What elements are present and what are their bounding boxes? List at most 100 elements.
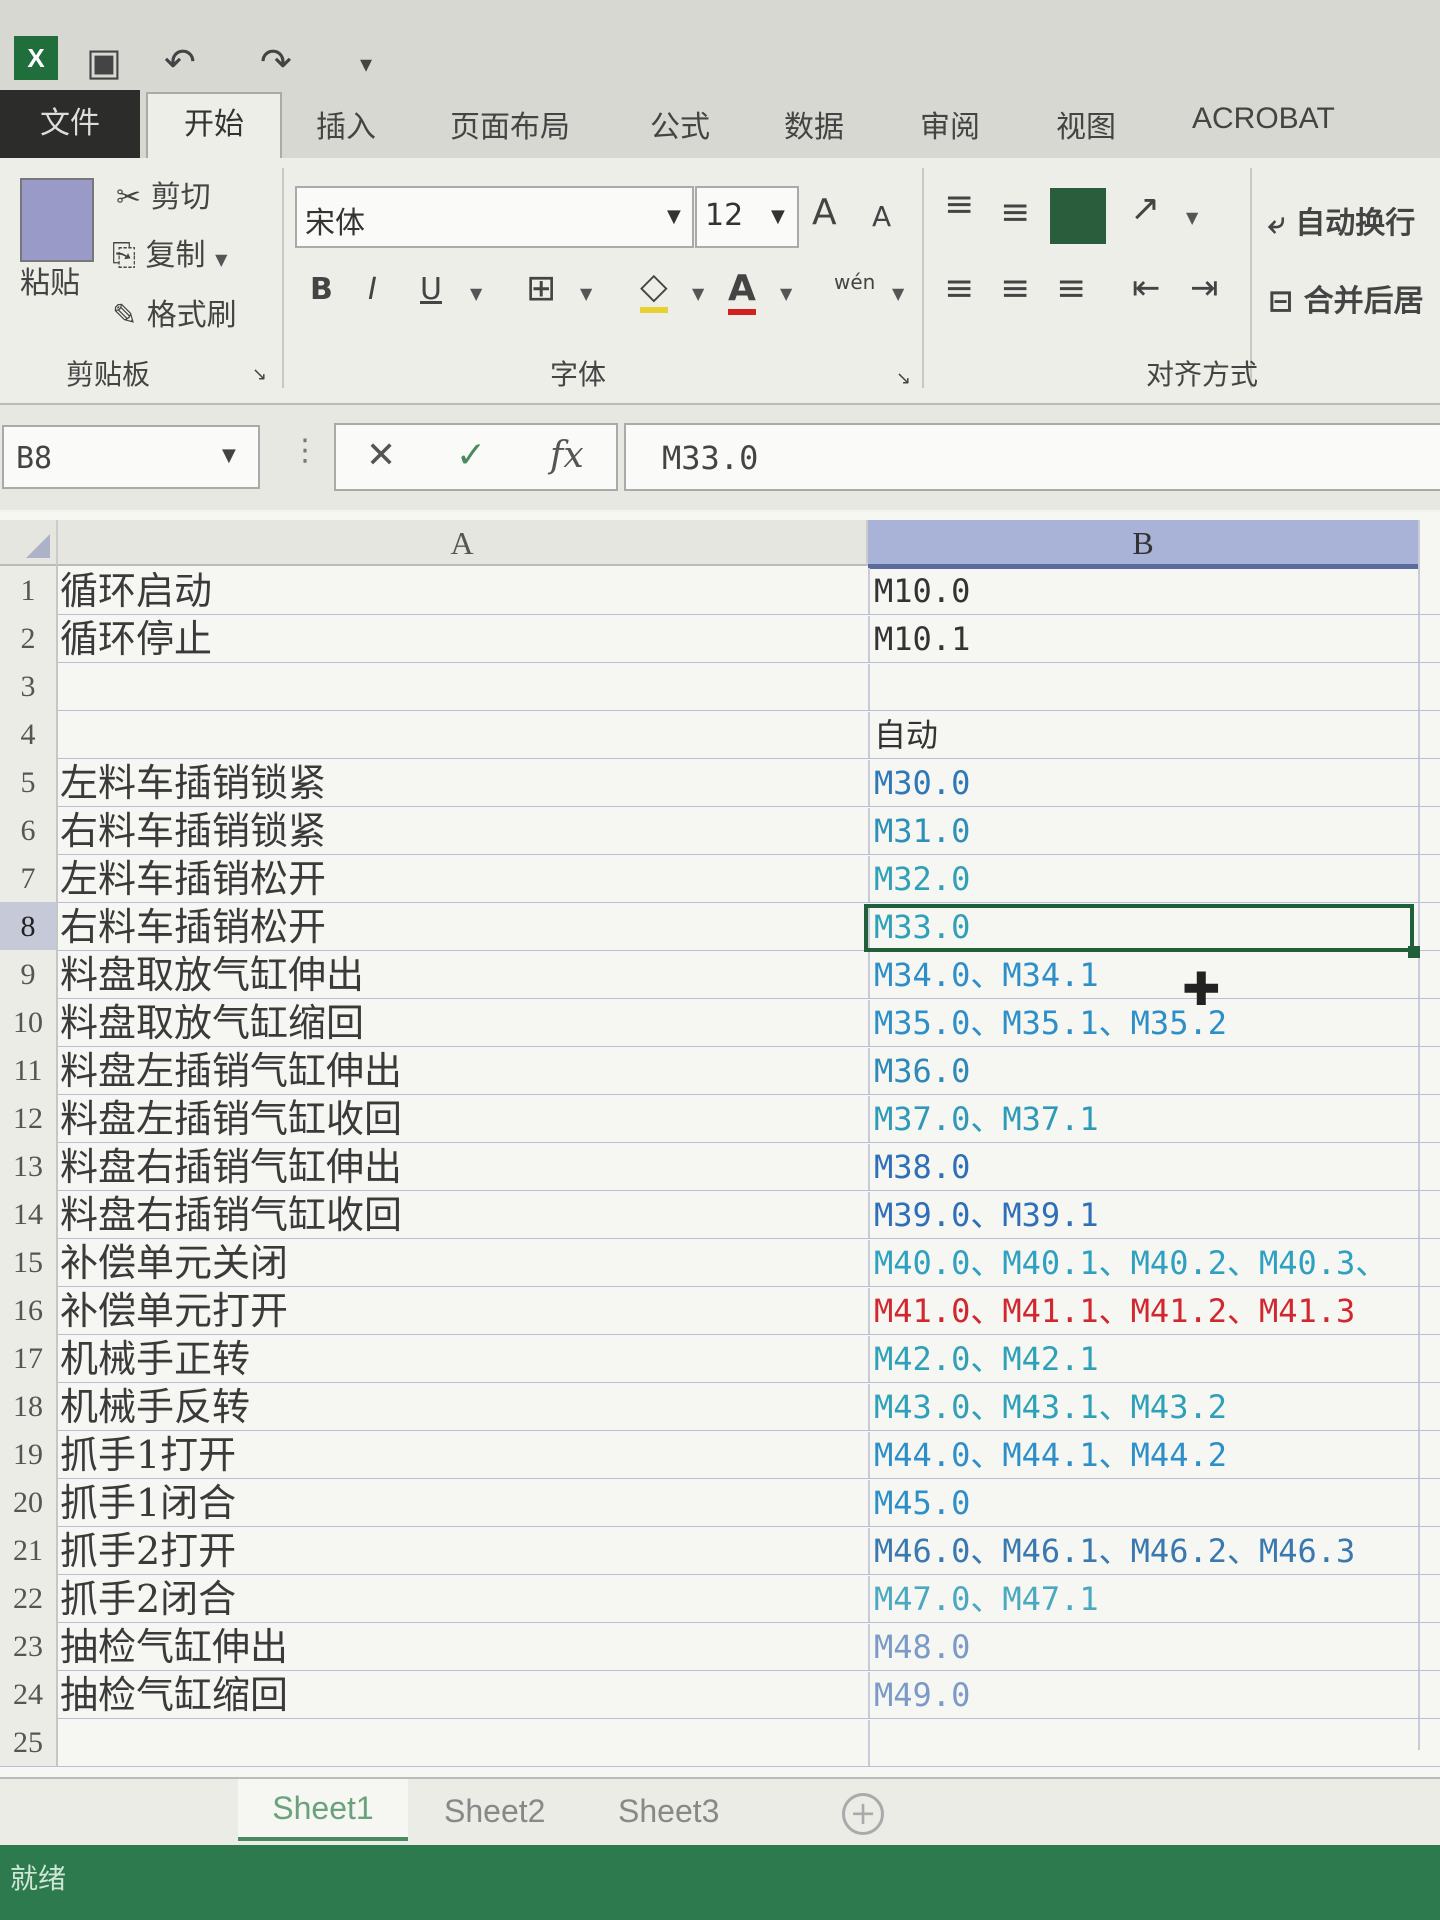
row-header[interactable]: 8: [0, 902, 58, 950]
row-header[interactable]: 2: [0, 614, 58, 662]
row-header[interactable]: 23: [0, 1622, 58, 1670]
phonetic-guide-button[interactable]: wén: [834, 270, 875, 294]
row-header[interactable]: 17: [0, 1334, 58, 1382]
grow-font-button[interactable]: A: [812, 192, 837, 233]
bold-button[interactable]: B: [310, 272, 333, 307]
cell-b[interactable]: M39.0、M39.1: [868, 1192, 1424, 1238]
select-all-corner[interactable]: [0, 520, 58, 566]
chevron-down-icon[interactable]: ▼: [667, 206, 681, 227]
cell-a[interactable]: 循环启动: [60, 568, 865, 614]
save-icon[interactable]: ▣: [86, 40, 122, 84]
cut-button[interactable]: ✂ 剪切: [116, 172, 211, 216]
clipboard-launcher-icon[interactable]: ↘: [252, 364, 267, 385]
row-header[interactable]: 6: [0, 806, 58, 854]
cell-a[interactable]: 料盘取放气缸伸出: [60, 952, 865, 998]
cell-a[interactable]: 料盘右插销气缸伸出: [60, 1144, 865, 1190]
undo-icon[interactable]: ↶: [164, 40, 196, 84]
sheet-tab-sheet1[interactable]: Sheet1: [238, 1779, 408, 1841]
cell-a[interactable]: 料盘左插销气缸伸出: [60, 1048, 865, 1094]
font-color-button[interactable]: A: [728, 268, 756, 315]
chevron-down-icon[interactable]: ▼: [771, 206, 785, 227]
add-sheet-icon[interactable]: +: [842, 1793, 884, 1835]
tab-home[interactable]: 开始: [146, 92, 282, 160]
cell-a[interactable]: 补偿单元关闭: [60, 1240, 865, 1286]
cell-b[interactable]: M44.0、M44.1、M44.2: [868, 1432, 1424, 1478]
row-header[interactable]: 19: [0, 1430, 58, 1478]
name-box[interactable]: B8 ▼: [2, 425, 260, 489]
row-header[interactable]: 13: [0, 1142, 58, 1190]
chevron-down-icon[interactable]: ▼: [780, 284, 792, 303]
chevron-down-icon[interactable]: ▼: [892, 284, 904, 303]
fill-color-icon[interactable]: ◇: [640, 266, 668, 313]
cell-a[interactable]: 补偿单元打开: [60, 1288, 865, 1334]
cell-b[interactable]: M42.0、M42.1: [868, 1336, 1424, 1382]
cell-b[interactable]: M47.0、M47.1: [868, 1576, 1424, 1622]
sheet-tab-sheet2[interactable]: Sheet2: [444, 1793, 545, 1830]
row-header[interactable]: 16: [0, 1286, 58, 1334]
wrap-text-button[interactable]: ⤶ 自动换行: [1268, 198, 1415, 242]
cell-a[interactable]: 抽检气缸缩回: [60, 1672, 865, 1718]
redo-icon[interactable]: ↷: [260, 40, 292, 84]
merge-center-button[interactable]: ⊟ 合并后居: [1268, 276, 1424, 320]
cell-b[interactable]: M10.0: [868, 568, 1424, 614]
tab-formulas[interactable]: 公式: [650, 102, 710, 146]
cell-a[interactable]: 料盘取放气缸缩回: [60, 1000, 865, 1046]
font-name-combobox[interactable]: 宋体 ▼: [295, 186, 694, 248]
row-header[interactable]: 1: [0, 566, 58, 614]
cell-b[interactable]: M35.0、M35.1、M35.2: [868, 1000, 1424, 1046]
paste-icon[interactable]: [20, 178, 94, 262]
row-header[interactable]: 20: [0, 1478, 58, 1526]
row-header[interactable]: 12: [0, 1094, 58, 1142]
column-header-b[interactable]: B: [868, 520, 1420, 569]
tab-view[interactable]: 视图: [1056, 102, 1116, 146]
align-left-icon[interactable]: ≡: [944, 268, 974, 309]
tab-page-layout[interactable]: 页面布局: [450, 102, 570, 146]
shrink-font-button[interactable]: A: [872, 200, 891, 233]
chevron-down-icon[interactable]: ▼: [222, 445, 236, 466]
confirm-icon[interactable]: ✓: [456, 435, 486, 476]
cell-b[interactable]: [868, 1720, 1424, 1766]
insert-function-icon[interactable]: fx: [550, 435, 584, 476]
tab-insert[interactable]: 插入: [316, 102, 376, 146]
chevron-down-icon[interactable]: ▼: [470, 284, 482, 303]
increase-indent-icon[interactable]: ⇥: [1190, 268, 1219, 308]
format-painter-button[interactable]: ✎ 格式刷: [112, 290, 237, 334]
decrease-indent-icon[interactable]: ⇤: [1132, 268, 1161, 308]
sheet-tab-sheet3[interactable]: Sheet3: [618, 1793, 719, 1830]
row-header[interactable]: 18: [0, 1382, 58, 1430]
row-header[interactable]: 25: [0, 1718, 58, 1766]
cell-a[interactable]: 右料车插销锁紧: [60, 808, 865, 854]
cell-b[interactable]: M30.0: [868, 760, 1424, 806]
row-header[interactable]: 3: [0, 662, 58, 710]
cell-a[interactable]: 抓手2打开: [60, 1528, 865, 1574]
underline-button[interactable]: U: [420, 272, 442, 307]
row-header[interactable]: 10: [0, 998, 58, 1046]
chevron-down-icon[interactable]: ▼: [1186, 208, 1198, 227]
font-size-combobox[interactable]: 12 ▼: [695, 186, 799, 248]
cancel-icon[interactable]: ✕: [366, 435, 396, 476]
tab-acrobat[interactable]: ACROBAT: [1192, 102, 1335, 136]
cell-b[interactable]: M40.0、M40.1、M40.2、M40.3、: [868, 1240, 1424, 1286]
cell-a[interactable]: 抓手1闭合: [60, 1480, 865, 1526]
cell-b[interactable]: M45.0: [868, 1480, 1424, 1526]
cell-b[interactable]: M48.0: [868, 1624, 1424, 1670]
tab-review[interactable]: 审阅: [920, 102, 980, 146]
chevron-down-icon[interactable]: ▼: [580, 284, 592, 303]
row-header[interactable]: 11: [0, 1046, 58, 1094]
font-launcher-icon[interactable]: ↘: [896, 368, 911, 389]
cell-a[interactable]: 料盘左插销气缸收回: [60, 1096, 865, 1142]
cell-b[interactable]: M32.0: [868, 856, 1424, 902]
cell-b[interactable]: [868, 664, 1424, 710]
align-top-icon[interactable]: ≡: [944, 184, 974, 225]
cell-b[interactable]: M37.0、M37.1: [868, 1096, 1424, 1142]
italic-button[interactable]: I: [368, 272, 377, 307]
row-header[interactable]: 21: [0, 1526, 58, 1574]
chevron-down-icon[interactable]: ▼: [692, 284, 704, 303]
cell-a[interactable]: 机械手正转: [60, 1336, 865, 1382]
row-header[interactable]: 24: [0, 1670, 58, 1718]
orientation-icon[interactable]: ↗: [1130, 188, 1160, 229]
cell-b[interactable]: M43.0、M43.1、M43.2: [868, 1384, 1424, 1430]
cell-b[interactable]: M46.0、M46.1、M46.2、M46.3: [868, 1528, 1424, 1574]
cell-a[interactable]: 抓手2闭合: [60, 1576, 865, 1622]
align-center-icon[interactable]: ≡: [1000, 268, 1030, 309]
